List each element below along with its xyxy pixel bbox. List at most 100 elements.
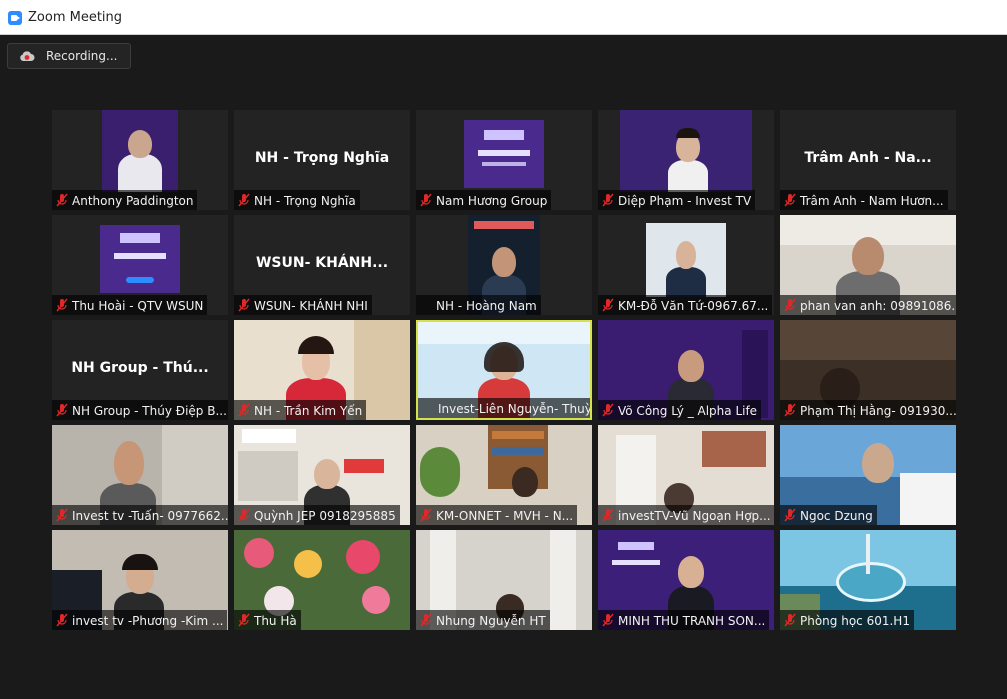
participant-label: NH - Trần Kim Yến [234, 400, 367, 420]
participant-video [646, 223, 726, 297]
muted-mic-icon [420, 613, 432, 627]
participant-label: Anthony Paddington [52, 190, 198, 210]
participant-label: Invest tv -Tuấn- 0977662... [52, 505, 228, 525]
muted-mic-icon [238, 613, 250, 627]
muted-mic-icon [238, 298, 250, 312]
participant-name: Invest-Liên Nguyễn- Thuỳ Li... [438, 402, 592, 416]
participant-tile[interactable]: Nhung Nguyễn HT [416, 530, 592, 630]
participant-label: Phạm Thị Hằng- 091930... [780, 400, 956, 420]
participant-tile[interactable]: Phạm Thị Hằng- 091930... [780, 320, 956, 420]
participant-tile[interactable]: Anthony Paddington [52, 110, 228, 210]
participant-label: Invest-Liên Nguyễn- Thuỳ Li... [418, 398, 592, 418]
muted-mic-icon [602, 403, 614, 417]
muted-mic-icon [56, 298, 68, 312]
participant-label: invest tv -Phương -Kim ... [52, 610, 228, 630]
participant-name: MINH THU TRANH SON... [618, 614, 766, 628]
participant-label: MINH THU TRANH SON... [598, 610, 770, 630]
participant-label: investTV-Vũ Ngoạn Hợp... [598, 505, 774, 525]
participant-name: Phòng học 601.H1 [800, 614, 910, 628]
participant-name: phan van anh: 09891086... [800, 299, 956, 313]
participant-name: Trâm Anh - Nam Hươn... [800, 194, 944, 208]
participant-name: Diệp Phạm - Invest TV [618, 194, 752, 208]
gallery-view: Anthony Paddington NH - Trọng Nghĩa NH -… [52, 110, 956, 630]
participant-name: investTV-Vũ Ngoạn Hợp... [618, 509, 771, 523]
participant-name: invest tv -Phương -Kim ... [72, 614, 224, 628]
participant-tile[interactable]: NH - Trọng Nghĩa NH - Trọng Nghĩa [234, 110, 410, 210]
recording-cloud-icon [20, 51, 35, 61]
participant-name: NH Group - Thúy Điệp B... [72, 404, 227, 418]
participant-tile[interactable]: Nam Hương Group [416, 110, 592, 210]
participant-label: Ngoc Dzung [780, 505, 877, 525]
participant-tile[interactable]: KM-Đỗ Văn Tứ-0967.67... [598, 215, 774, 315]
participant-tile[interactable]: invest tv -Phương -Kim ... [52, 530, 228, 630]
muted-mic-icon [238, 403, 250, 417]
participant-name: Thu Hoài - QTV WSUN [72, 299, 204, 313]
participant-label: Diệp Phạm - Invest TV [598, 190, 756, 210]
participant-tile[interactable]: Invest tv -Tuấn- 0977662... [52, 425, 228, 525]
participant-tile[interactable]: KM-ONNET - MVH - N... [416, 425, 592, 525]
participant-tile[interactable]: Ngoc Dzung [780, 425, 956, 525]
participant-name: Phạm Thị Hằng- 091930... [800, 404, 956, 418]
participant-name: Invest tv -Tuấn- 0977662... [72, 509, 228, 523]
muted-mic-icon [784, 403, 796, 417]
active-speaker-tile[interactable]: Invest-Liên Nguyễn- Thuỳ Li... [416, 320, 592, 420]
participant-name: Quỳnh JEP 0918295885 [254, 509, 396, 523]
participant-name: NH - Hoàng Nam [436, 299, 537, 313]
participant-tile[interactable]: investTV-Vũ Ngoạn Hợp... [598, 425, 774, 525]
participant-label: Phòng học 601.H1 [780, 610, 914, 630]
muted-mic-icon [784, 193, 796, 207]
participant-tile[interactable]: phan van anh: 09891086... [780, 215, 956, 315]
participant-tile[interactable]: NH - Hoàng Nam [416, 215, 592, 315]
participant-video [102, 110, 178, 192]
participant-display-name: NH Group - Thú... [71, 360, 209, 376]
participant-tile[interactable]: Phòng học 601.H1 [780, 530, 956, 630]
muted-mic-icon [56, 403, 68, 417]
muted-mic-icon [238, 508, 250, 522]
participant-tile[interactable]: Diệp Phạm - Invest TV [598, 110, 774, 210]
participant-tile[interactable]: NH Group - Thú... NH Group - Thúy Điệp B… [52, 320, 228, 420]
participant-tile[interactable]: Thu Hoài - QTV WSUN [52, 215, 228, 315]
participant-tile[interactable]: Võ Công Lý _ Alpha Life [598, 320, 774, 420]
muted-mic-icon [602, 508, 614, 522]
participant-label: KM-ONNET - MVH - N... [416, 505, 578, 525]
window-title: Zoom Meeting [28, 10, 123, 25]
muted-mic-icon [784, 508, 796, 522]
muted-mic-icon [784, 298, 796, 312]
participant-video [620, 110, 752, 192]
participant-name: KM-Đỗ Văn Tứ-0967.67... [618, 299, 769, 313]
participant-video [100, 225, 180, 293]
participant-name: Nhung Nguyễn HT [436, 614, 546, 628]
participant-label: NH - Trọng Nghĩa [234, 190, 360, 210]
participant-name: KM-ONNET - MVH - N... [436, 509, 574, 523]
participant-name: Ngoc Dzung [800, 509, 873, 523]
participant-label: WSUN- KHÁNH NHI [234, 295, 372, 315]
participant-name: Thu Hà [254, 614, 297, 628]
participant-label: phan van anh: 09891086... [780, 295, 956, 315]
muted-mic-icon [420, 193, 432, 207]
muted-mic-icon [784, 613, 796, 627]
participant-label: Nam Hương Group [416, 190, 552, 210]
participant-tile[interactable]: WSUN- KHÁNH... WSUN- KHÁNH NHI [234, 215, 410, 315]
recording-indicator[interactable]: Recording... [7, 43, 131, 69]
participant-label: Võ Công Lý _ Alpha Life [598, 400, 762, 420]
participant-label: Trâm Anh - Nam Hươn... [780, 190, 948, 210]
participant-display-name: NH - Trọng Nghĩa [254, 150, 390, 166]
participant-tile[interactable]: NH - Trần Kim Yến [234, 320, 410, 420]
participant-label: Thu Hà [234, 610, 301, 630]
participant-video [464, 120, 544, 188]
muted-mic-icon [602, 298, 614, 312]
muted-mic-icon [602, 193, 614, 207]
participant-label: Quỳnh JEP 0918295885 [234, 505, 400, 525]
participant-tile[interactable]: Trâm Anh - Na... Trâm Anh - Nam Hươn... [780, 110, 956, 210]
participant-tile[interactable]: Thu Hà [234, 530, 410, 630]
participant-label: Nhung Nguyễn HT [416, 610, 550, 630]
participant-label: Thu Hoài - QTV WSUN [52, 295, 208, 315]
muted-mic-icon [238, 193, 250, 207]
participant-tile[interactable]: MINH THU TRANH SON... [598, 530, 774, 630]
muted-mic-icon [420, 508, 432, 522]
recording-label: Recording... [46, 49, 118, 63]
participant-name: NH - Trần Kim Yến [254, 404, 363, 418]
participant-tile[interactable]: Quỳnh JEP 0918295885 [234, 425, 410, 525]
muted-mic-icon [56, 508, 68, 522]
participant-display-name: Trâm Anh - Na... [804, 150, 932, 166]
